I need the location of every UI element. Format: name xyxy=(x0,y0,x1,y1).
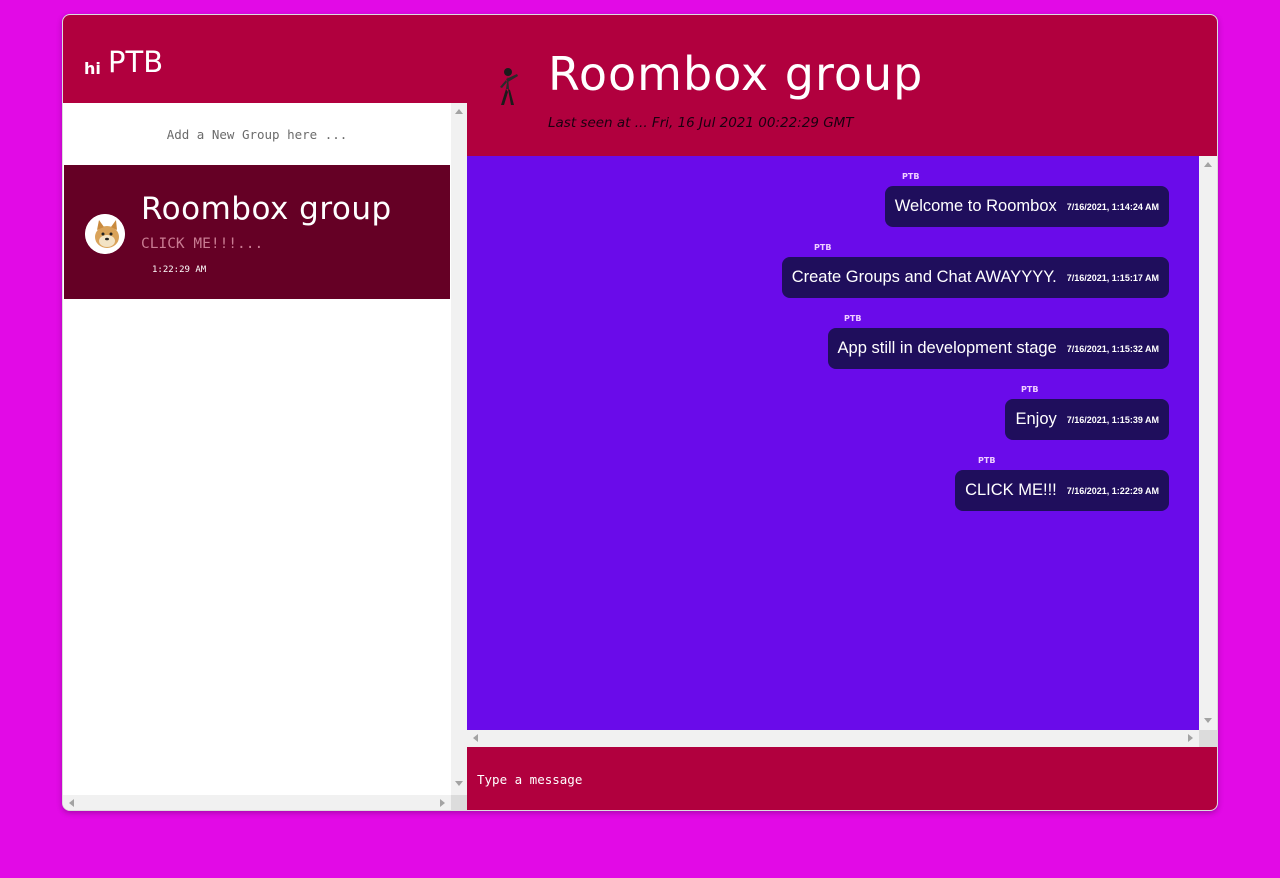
scroll-up-arrow-icon[interactable] xyxy=(455,109,463,114)
sidebar-horizontal-scrollbar[interactable] xyxy=(63,795,451,810)
message-sender: PTB xyxy=(902,172,920,181)
group-last-message: CLICK ME!!!... xyxy=(141,236,264,252)
message-bubble: Welcome to Roombox 7/16/2021, 1:14:24 AM xyxy=(884,186,1169,227)
greeting-label: hi xyxy=(84,59,101,78)
chat-header: Roombox group Last seen at ... Fri, 16 J… xyxy=(467,15,1217,156)
message-time: 7/16/2021, 1:14:24 AM xyxy=(1066,201,1159,212)
scrollbar-corner xyxy=(451,795,467,810)
message-item: PTB App still in development stage 7/16/… xyxy=(827,314,1169,370)
group-item-roombox[interactable]: Roombox group CLICK ME!!!... 1:22:29 AM xyxy=(64,165,450,299)
scrollbar-corner xyxy=(1199,730,1217,747)
doge-avatar-icon xyxy=(85,214,125,254)
message-sender: PTB xyxy=(1021,385,1039,394)
message-bubble: Enjoy 7/16/2021, 1:15:39 AM xyxy=(1005,399,1169,440)
message-time: 7/16/2021, 1:15:39 AM xyxy=(1066,414,1159,425)
scroll-right-arrow-icon[interactable] xyxy=(1188,734,1193,742)
message-time: 7/16/2021, 1:22:29 AM xyxy=(1066,485,1159,496)
figure-avatar-icon xyxy=(489,65,527,107)
add-group-button[interactable]: Add a New Group here ... xyxy=(63,103,451,165)
message-sender: PTB xyxy=(814,243,832,252)
message-sender: PTB xyxy=(978,456,996,465)
message-item: PTB Create Groups and Chat AWAYYYY. 7/16… xyxy=(781,243,1169,299)
username-label: PTB xyxy=(108,45,164,79)
sidebar: hi PTB Add a New Group here ... Roombox … xyxy=(63,15,467,810)
message-item: PTB CLICK ME!!! 7/16/2021, 1:22:29 AM xyxy=(955,456,1169,512)
scroll-down-arrow-icon[interactable] xyxy=(455,781,463,786)
scroll-right-arrow-icon[interactable] xyxy=(440,799,445,807)
message-sender: PTB xyxy=(844,314,862,323)
scroll-left-arrow-icon[interactable] xyxy=(69,799,74,807)
message-bubble: Create Groups and Chat AWAYYYY. 7/16/202… xyxy=(781,257,1169,298)
scroll-down-arrow-icon[interactable] xyxy=(1204,718,1212,723)
message-item: PTB Enjoy 7/16/2021, 1:15:39 AM xyxy=(1005,385,1169,441)
scroll-left-arrow-icon[interactable] xyxy=(473,734,478,742)
message-time: 7/16/2021, 1:15:17 AM xyxy=(1066,272,1159,283)
chat-panel: Roombox group Last seen at ... Fri, 16 J… xyxy=(467,15,1217,810)
sidebar-header: hi PTB xyxy=(63,15,467,103)
message-bubble: CLICK ME!!! 7/16/2021, 1:22:29 AM xyxy=(955,470,1169,511)
last-seen-status: Last seen at ... Fri, 16 Jul 2021 00:22:… xyxy=(548,115,854,131)
app-window: hi PTB Add a New Group here ... Roombox … xyxy=(62,14,1218,811)
message-text: Welcome to Roombox xyxy=(894,197,1057,215)
message-composer xyxy=(467,747,1217,810)
message-list: PTB Welcome to Roombox 7/16/2021, 1:14:2… xyxy=(467,156,1199,730)
message-input[interactable] xyxy=(467,747,1217,810)
message-text: Enjoy xyxy=(1015,410,1057,428)
message-text: Create Groups and Chat AWAYYYY. xyxy=(791,268,1057,286)
scroll-up-arrow-icon[interactable] xyxy=(1204,162,1212,167)
group-time: 1:22:29 AM xyxy=(152,265,207,275)
chat-horizontal-scrollbar[interactable] xyxy=(467,730,1199,747)
message-bubble: App still in development stage 7/16/2021… xyxy=(827,328,1169,369)
message-item: PTB Welcome to Roombox 7/16/2021, 1:14:2… xyxy=(884,172,1169,228)
message-text: CLICK ME!!! xyxy=(965,481,1057,499)
message-text: App still in development stage xyxy=(837,339,1057,357)
group-list: Add a New Group here ... Roombox group C… xyxy=(63,103,467,810)
sidebar-vertical-scrollbar[interactable] xyxy=(451,103,467,795)
group-name: Roombox group xyxy=(141,191,392,227)
chat-vertical-scrollbar[interactable] xyxy=(1199,156,1217,730)
message-time: 7/16/2021, 1:15:32 AM xyxy=(1066,343,1159,354)
chat-title: Roombox group xyxy=(548,47,924,101)
